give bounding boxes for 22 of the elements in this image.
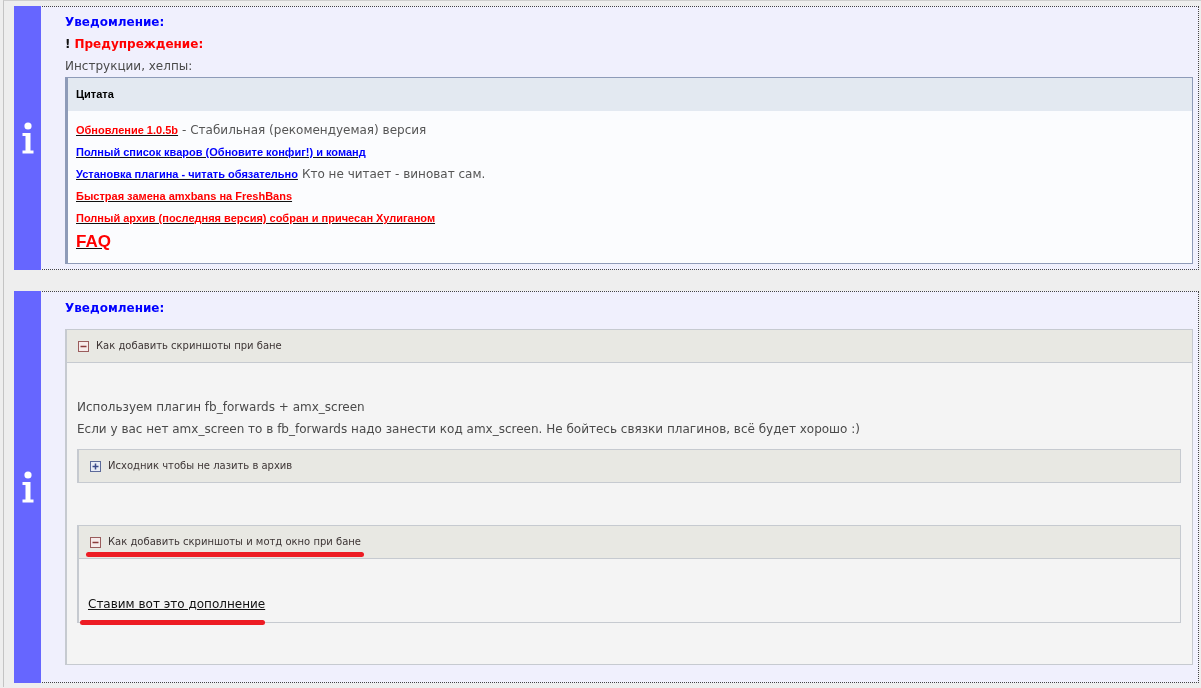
link[interactable]: Полный список кваров (Обновите конфиг!) и команд <box>76 141 366 163</box>
link[interactable]: Полный архив (последняя версия) собран и причесан Хулиганом <box>76 207 436 229</box>
spoiler-toggle[interactable]: Как добавить скриншоты и мотд окно при бане <box>79 526 1180 559</box>
link[interactable]: FAQ <box>76 229 111 255</box>
link[interactable]: Быстрая замена amxbans на FreshBans <box>76 185 293 207</box>
info-icon <box>20 122 35 154</box>
text-line: Инструкции, хелпы: <box>65 58 194 75</box>
spoiler-toggle[interactable]: Как добавить скриншоты при бане <box>67 330 1192 363</box>
note-text: - Стабильная (рекомендуемая) версия <box>182 122 427 139</box>
note-text: Кто не читает - виноват сам. <box>301 166 486 183</box>
notice-label: Уведомление: <box>65 300 166 317</box>
text-line: Если у вас нет amx_screen то в fb_forwards надо занести код amx_screen. Не бойтесь связки плагинов, всё будет хорошо :) <box>77 421 861 438</box>
link[interactable]: Ставим вот это дополнение <box>88 597 266 611</box>
spoiler-toggle[interactable]: Исходник чтобы не лазить в архив <box>79 450 1180 482</box>
quote-title: Цитата <box>68 78 1192 111</box>
info-icon <box>20 471 35 503</box>
text-line: Используем плагин fb_forwards + amx_screen <box>77 399 366 416</box>
link[interactable]: Обновление 1.0.5b <box>76 119 179 141</box>
notice-label: Уведомление: <box>65 14 166 31</box>
link[interactable]: Установка плагина - читать обязательно <box>76 163 298 185</box>
warning-label: Предупреждение: <box>74 37 204 51</box>
exclamation-mark: ! <box>65 37 71 51</box>
